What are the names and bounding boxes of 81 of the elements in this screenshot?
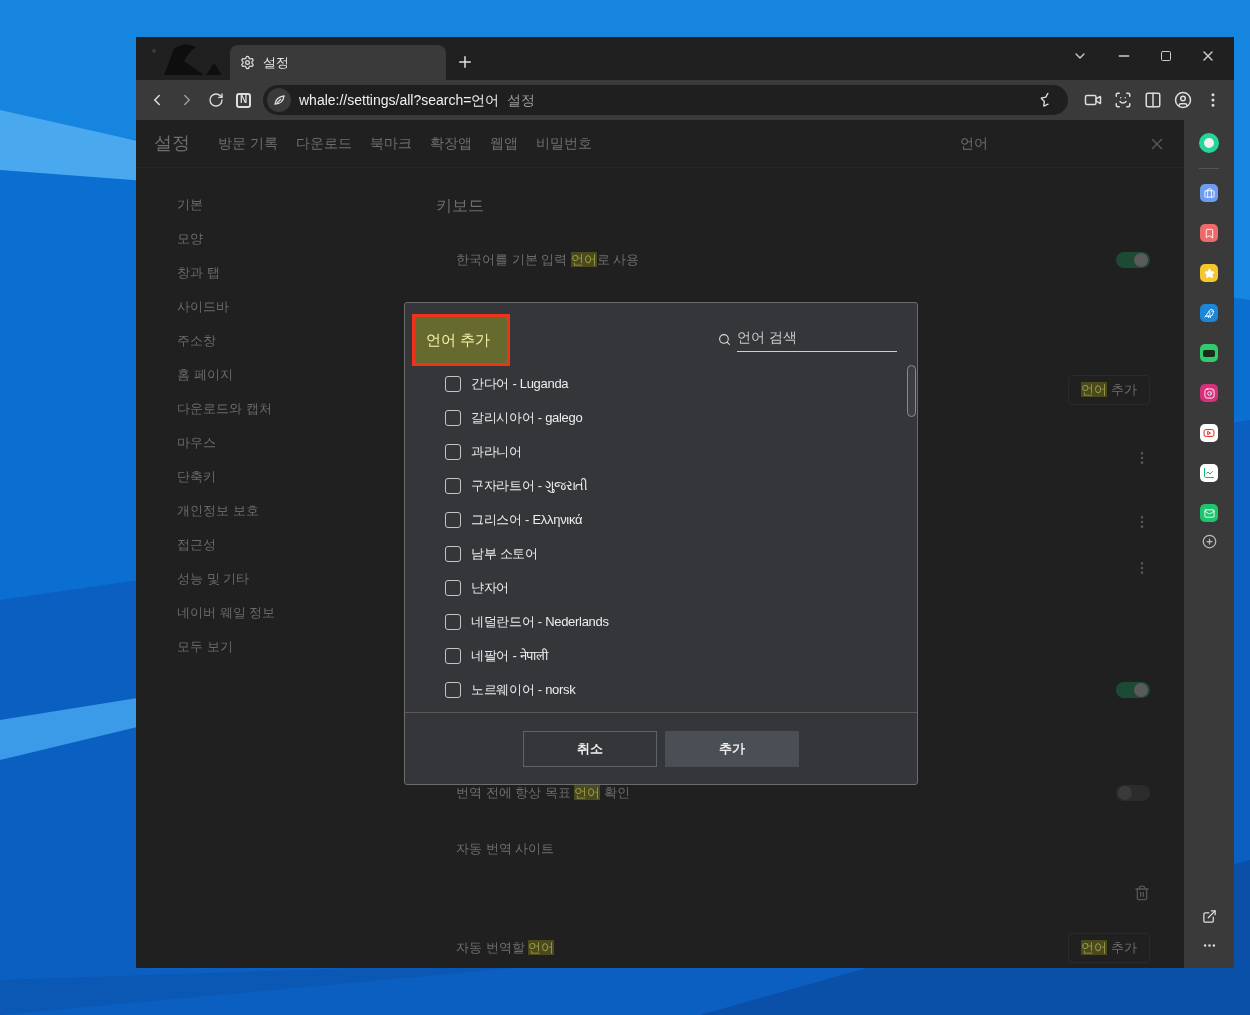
open-external-icon[interactable] [1201, 909, 1217, 924]
checkbox[interactable] [445, 444, 461, 460]
add-button[interactable]: 추가 [665, 730, 799, 767]
search-icon [718, 333, 731, 346]
sidebar-item[interactable]: 창과 탭 [177, 263, 420, 297]
language-option[interactable]: 남부 소토어 [445, 537, 917, 571]
checkbox[interactable] [445, 512, 461, 528]
language-label: 네팔어 - नेपाली [471, 647, 548, 666]
url-text: whale://settings/all?search=언어 [299, 90, 500, 110]
add-language-button[interactable]: 언어 추가 [1068, 933, 1150, 963]
star-icon[interactable] [1200, 264, 1218, 282]
checkbox[interactable] [445, 410, 461, 426]
add-language-button[interactable]: 언어 추가 [1068, 375, 1150, 405]
checkbox[interactable] [445, 376, 461, 392]
nav-link[interactable]: 비밀번호 [535, 133, 592, 154]
url-hint: 설정 [507, 90, 536, 110]
language-option[interactable]: 그리스어 - Ελληνικά [445, 503, 917, 537]
language-label: 노르웨이어 - norsk [471, 681, 576, 700]
briefcase-icon[interactable] [1200, 184, 1218, 202]
language-option[interactable]: 네팔어 - नेपाली [445, 639, 917, 673]
checkbox[interactable] [445, 580, 461, 596]
language-label: 네덜란드어 - Nederlands [471, 613, 609, 632]
language-option[interactable]: 갈리시아어 - galego [445, 401, 917, 435]
settings-title: 설정 [154, 132, 190, 155]
maximize-icon[interactable] [1160, 50, 1172, 62]
language-label: 간다어 - Luganda [471, 375, 569, 394]
sidebar-item[interactable]: 기본 [177, 195, 420, 229]
address-bar[interactable]: whale://settings/all?search=언어 설정 [263, 85, 1068, 115]
settings-icon [240, 55, 255, 70]
checkbox[interactable] [445, 648, 461, 664]
n-button[interactable]: N [236, 92, 251, 108]
toggle-switch[interactable] [1116, 252, 1150, 268]
language-label: 갈리시아어 - galego [471, 409, 583, 428]
sidebar-item[interactable]: 모양 [177, 229, 420, 263]
nav-link[interactable]: 북마크 [369, 133, 412, 154]
section-title: 키보드 [435, 196, 485, 216]
nav-link[interactable]: 다운로드 [295, 133, 352, 154]
pocket-icon[interactable] [1200, 224, 1218, 242]
scrollbar-thumb[interactable] [907, 365, 916, 417]
add-app-icon[interactable] [1201, 534, 1217, 549]
settings-search-field[interactable]: 언어 [960, 133, 1130, 154]
tab-title: 설정 [263, 53, 289, 72]
language-search-field[interactable]: 언어 검색 [737, 327, 897, 352]
setting-label: 자동 번역 사이트 [456, 840, 555, 859]
whale-space-icon[interactable] [1199, 133, 1219, 153]
split-view-icon[interactable] [1144, 91, 1162, 109]
language-option[interactable]: 과라니어 [445, 435, 917, 469]
dialog-title: 언어 추가 [412, 314, 510, 366]
checkbox[interactable] [445, 682, 461, 698]
language-option[interactable]: 간다어 - Luganda [445, 367, 917, 401]
setting-label: 한국어를 기본 입력 언어 로 사용 [456, 251, 640, 270]
language-label: 남부 소토어 [471, 545, 538, 564]
toggle-switch[interactable] [1116, 785, 1150, 801]
youtube-icon[interactable] [1200, 424, 1218, 442]
checkbox[interactable] [445, 546, 461, 562]
new-tab-icon[interactable] [456, 53, 474, 71]
setting-label: 자동 번역할 언어 [456, 939, 555, 958]
language-label: 그리스어 - Ελληνικά [471, 511, 583, 530]
setting-label: 번역 전에 항상 목표 언어 확인 [456, 784, 631, 803]
language-option[interactable]: 구자라트어 - ગુજરાતી [445, 469, 917, 503]
toggle-switch[interactable] [1116, 682, 1150, 698]
language-label: 냔자어 [471, 579, 510, 598]
checkbox[interactable] [445, 614, 461, 630]
checkbox[interactable] [445, 478, 461, 494]
language-option[interactable]: 노르웨이어 - norsk [445, 673, 917, 707]
language-option[interactable]: 냔자어 [445, 571, 917, 605]
envelope-icon[interactable] [1200, 504, 1218, 522]
reload-icon[interactable] [208, 92, 224, 108]
language-option[interactable]: 네덜란드어 - Nederlands [445, 605, 917, 639]
profile-icon[interactable] [1174, 91, 1192, 109]
chart-icon[interactable] [1200, 464, 1218, 482]
nav-link[interactable]: 방문 기록 [218, 133, 278, 154]
nav-link[interactable]: 웹앱 [489, 133, 518, 154]
language-label: 구자라트어 - ગુજરાતી [471, 477, 588, 496]
browser-tab[interactable]: 설정 [230, 45, 446, 80]
language-label: 과라니어 [471, 443, 522, 462]
nav-link[interactable]: 확장앱 [429, 133, 472, 154]
cancel-button[interactable]: 취소 [523, 730, 657, 767]
site-icon [267, 88, 291, 112]
instagram-icon[interactable] [1200, 384, 1218, 402]
capture-icon[interactable] [1114, 91, 1132, 109]
